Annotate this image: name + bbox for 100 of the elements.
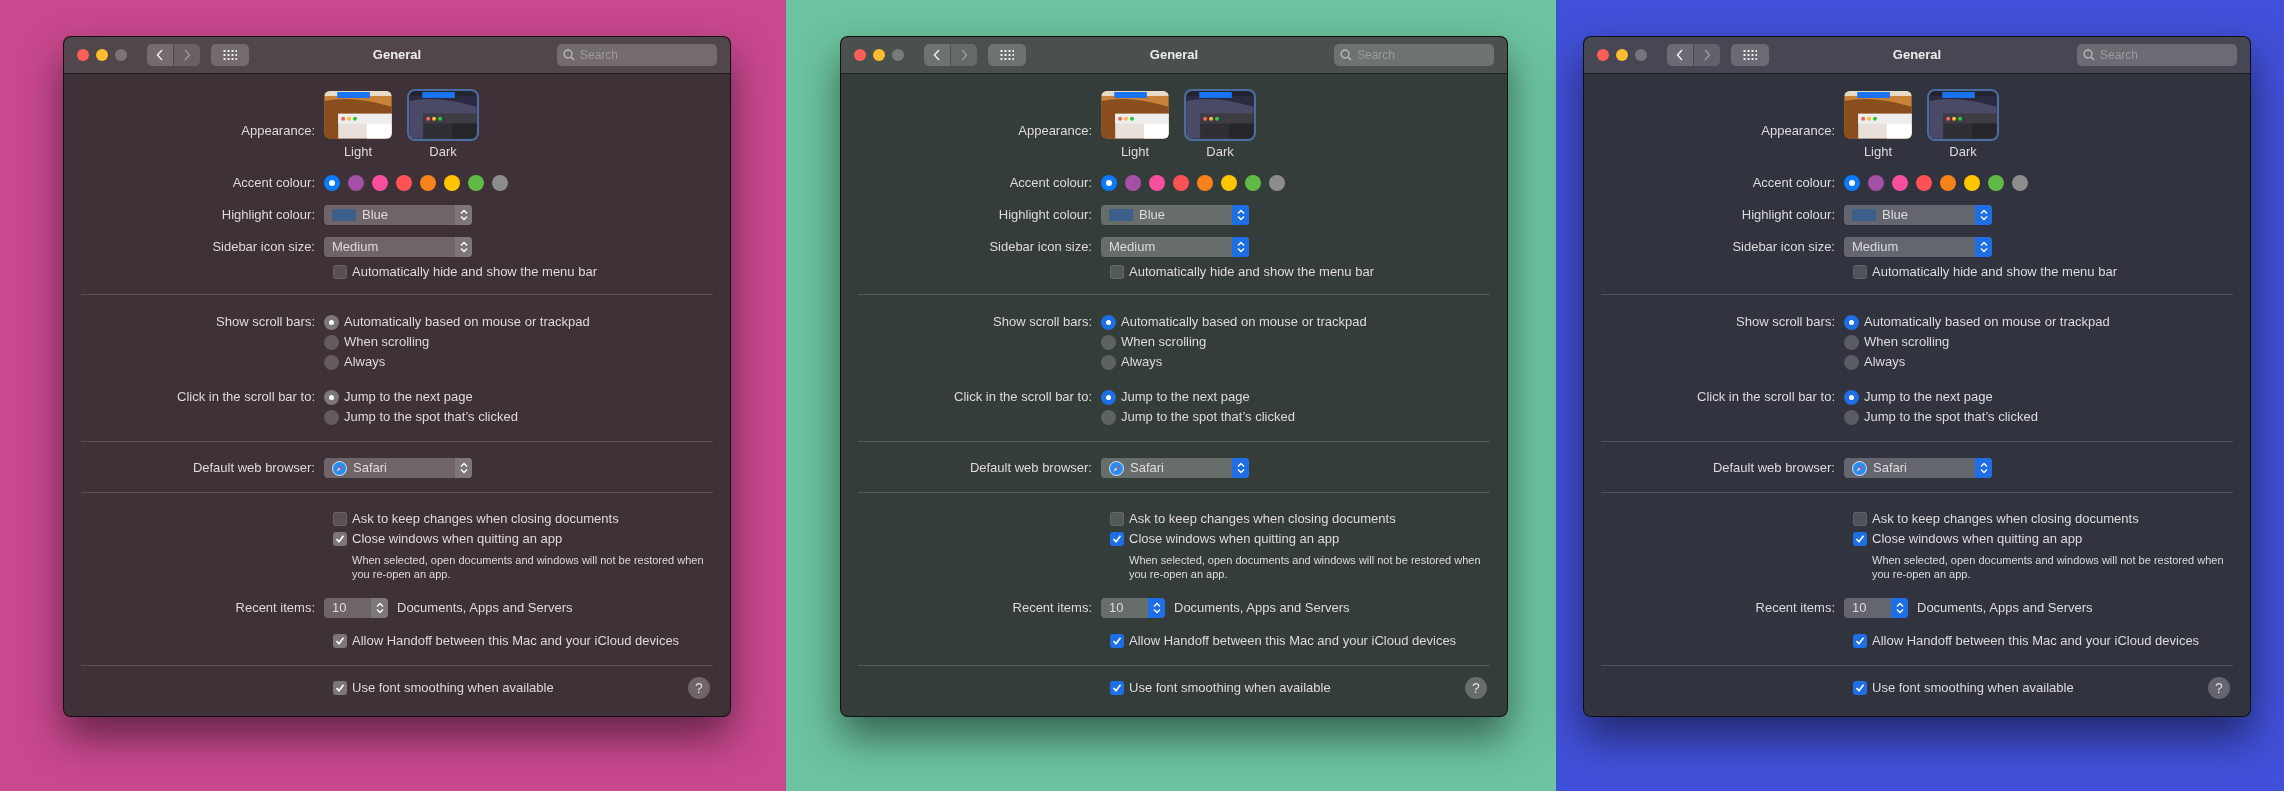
radio-button[interactable] (324, 409, 339, 425)
accent-colour-swatch[interactable] (1988, 175, 2004, 191)
checkbox[interactable] (1853, 265, 1867, 279)
checkbox[interactable] (1110, 512, 1124, 526)
accent-colour-swatch[interactable] (1101, 175, 1117, 191)
accent-colour-swatch[interactable] (372, 175, 388, 191)
popup-button[interactable]: Safari (324, 458, 472, 478)
up-down-chevron-icon (1152, 602, 1161, 614)
accent-colour-swatch[interactable] (1197, 175, 1213, 191)
radio-button[interactable] (324, 314, 339, 330)
radio-button[interactable] (1101, 354, 1116, 370)
accent-colour-swatch[interactable] (1269, 175, 1285, 191)
accent-colour-swatch[interactable] (324, 175, 340, 191)
checkbox-label: Close windows when quitting an app (1872, 530, 2083, 549)
show-all-button[interactable] (1731, 44, 1769, 66)
popup-button[interactable]: Blue (1101, 205, 1249, 225)
checkbox[interactable] (333, 634, 347, 648)
radio-button[interactable] (1101, 314, 1116, 330)
close-icon[interactable] (77, 49, 89, 61)
minimize-icon[interactable] (96, 49, 108, 61)
radio-button[interactable] (1844, 409, 1859, 425)
checkbox[interactable] (333, 265, 347, 279)
up-down-chevron-icon (1979, 241, 1988, 253)
help-button[interactable]: ? (2208, 677, 2230, 699)
checkbox[interactable] (333, 681, 347, 695)
up-down-chevron-icon (1236, 241, 1245, 253)
setting-label: Highlight colour: (221, 206, 315, 225)
checkbox[interactable] (1110, 681, 1124, 695)
help-button[interactable]: ? (688, 677, 710, 699)
radio-label: Automatically based on mouse or trackpad (1864, 313, 2110, 332)
appearance-thumbnail[interactable] (1929, 91, 1997, 139)
close-icon[interactable] (854, 49, 866, 61)
radio-button[interactable] (1844, 389, 1859, 405)
accent-colour-swatch[interactable] (1940, 175, 1956, 191)
stepper-field[interactable]: 10 (324, 598, 388, 618)
stepper-field[interactable]: 10 (1844, 598, 1908, 618)
accent-colour-swatch[interactable] (1173, 175, 1189, 191)
appearance-thumbnail[interactable] (1844, 91, 1912, 139)
search-icon (1340, 49, 1352, 61)
accent-colour-swatch[interactable] (1149, 175, 1165, 191)
setting-label: Click in the scroll bar to: (1697, 388, 1835, 407)
accent-colour-swatch[interactable] (2012, 175, 2028, 191)
stepper-field[interactable]: 10 (1101, 598, 1165, 618)
checkbox[interactable] (1853, 681, 1867, 695)
accent-colour-swatch[interactable] (1916, 175, 1932, 191)
radio-button[interactable] (1101, 334, 1116, 350)
checkbox[interactable] (1110, 532, 1124, 546)
radio-button[interactable] (1844, 334, 1859, 350)
accent-colour-swatch[interactable] (492, 175, 508, 191)
radio-button[interactable] (1101, 409, 1116, 425)
accent-colour-swatch[interactable] (1125, 175, 1141, 191)
window-title: General (1149, 46, 1199, 65)
popup-button[interactable]: Medium (324, 237, 472, 257)
popup-button[interactable]: Blue (1844, 205, 1992, 225)
appearance-thumbnail[interactable] (409, 91, 477, 139)
radio-button[interactable] (324, 389, 339, 405)
setting-label: Show scroll bars: (1736, 313, 1835, 332)
checkbox[interactable] (333, 532, 347, 546)
minimize-icon[interactable] (873, 49, 885, 61)
accent-colour-swatch[interactable] (468, 175, 484, 191)
checkbox[interactable] (333, 512, 347, 526)
close-icon[interactable] (1597, 49, 1609, 61)
accent-colour-swatch[interactable] (1868, 175, 1884, 191)
appearance-thumbnail[interactable] (1186, 91, 1254, 139)
minimize-icon[interactable] (1616, 49, 1628, 61)
radio-button[interactable] (324, 334, 339, 350)
checkbox[interactable] (1110, 265, 1124, 279)
accent-colour-swatch[interactable] (1964, 175, 1980, 191)
accent-colour-swatch[interactable] (396, 175, 412, 191)
popup-button[interactable]: Medium (1844, 237, 1992, 257)
appearance-thumbnail[interactable] (324, 91, 392, 139)
radio-button[interactable] (1844, 354, 1859, 370)
help-button[interactable]: ? (1465, 677, 1487, 699)
forward-button[interactable] (951, 44, 977, 66)
accent-colour-swatch[interactable] (420, 175, 436, 191)
accent-colour-swatch[interactable] (1245, 175, 1261, 191)
accent-colour-swatch[interactable] (348, 175, 364, 191)
appearance-thumbnail[interactable] (1101, 91, 1169, 139)
radio-button[interactable] (1844, 314, 1859, 330)
accent-colour-swatch[interactable] (1892, 175, 1908, 191)
checkbox[interactable] (1853, 532, 1867, 546)
show-all-button[interactable] (211, 44, 249, 66)
back-button[interactable] (1667, 44, 1693, 66)
radio-button[interactable] (1101, 389, 1116, 405)
back-button[interactable] (924, 44, 950, 66)
show-all-button[interactable] (988, 44, 1026, 66)
accent-colour-swatch[interactable] (444, 175, 460, 191)
forward-button[interactable] (1694, 44, 1720, 66)
popup-button[interactable]: Blue (324, 205, 472, 225)
checkbox[interactable] (1853, 512, 1867, 526)
checkbox[interactable] (1110, 634, 1124, 648)
popup-button[interactable]: Safari (1844, 458, 1992, 478)
accent-colour-swatch[interactable] (1221, 175, 1237, 191)
forward-button[interactable] (174, 44, 200, 66)
radio-button[interactable] (324, 354, 339, 370)
popup-button[interactable]: Medium (1101, 237, 1249, 257)
back-button[interactable] (147, 44, 173, 66)
accent-colour-swatch[interactable] (1844, 175, 1860, 191)
checkbox[interactable] (1853, 634, 1867, 648)
popup-button[interactable]: Safari (1101, 458, 1249, 478)
